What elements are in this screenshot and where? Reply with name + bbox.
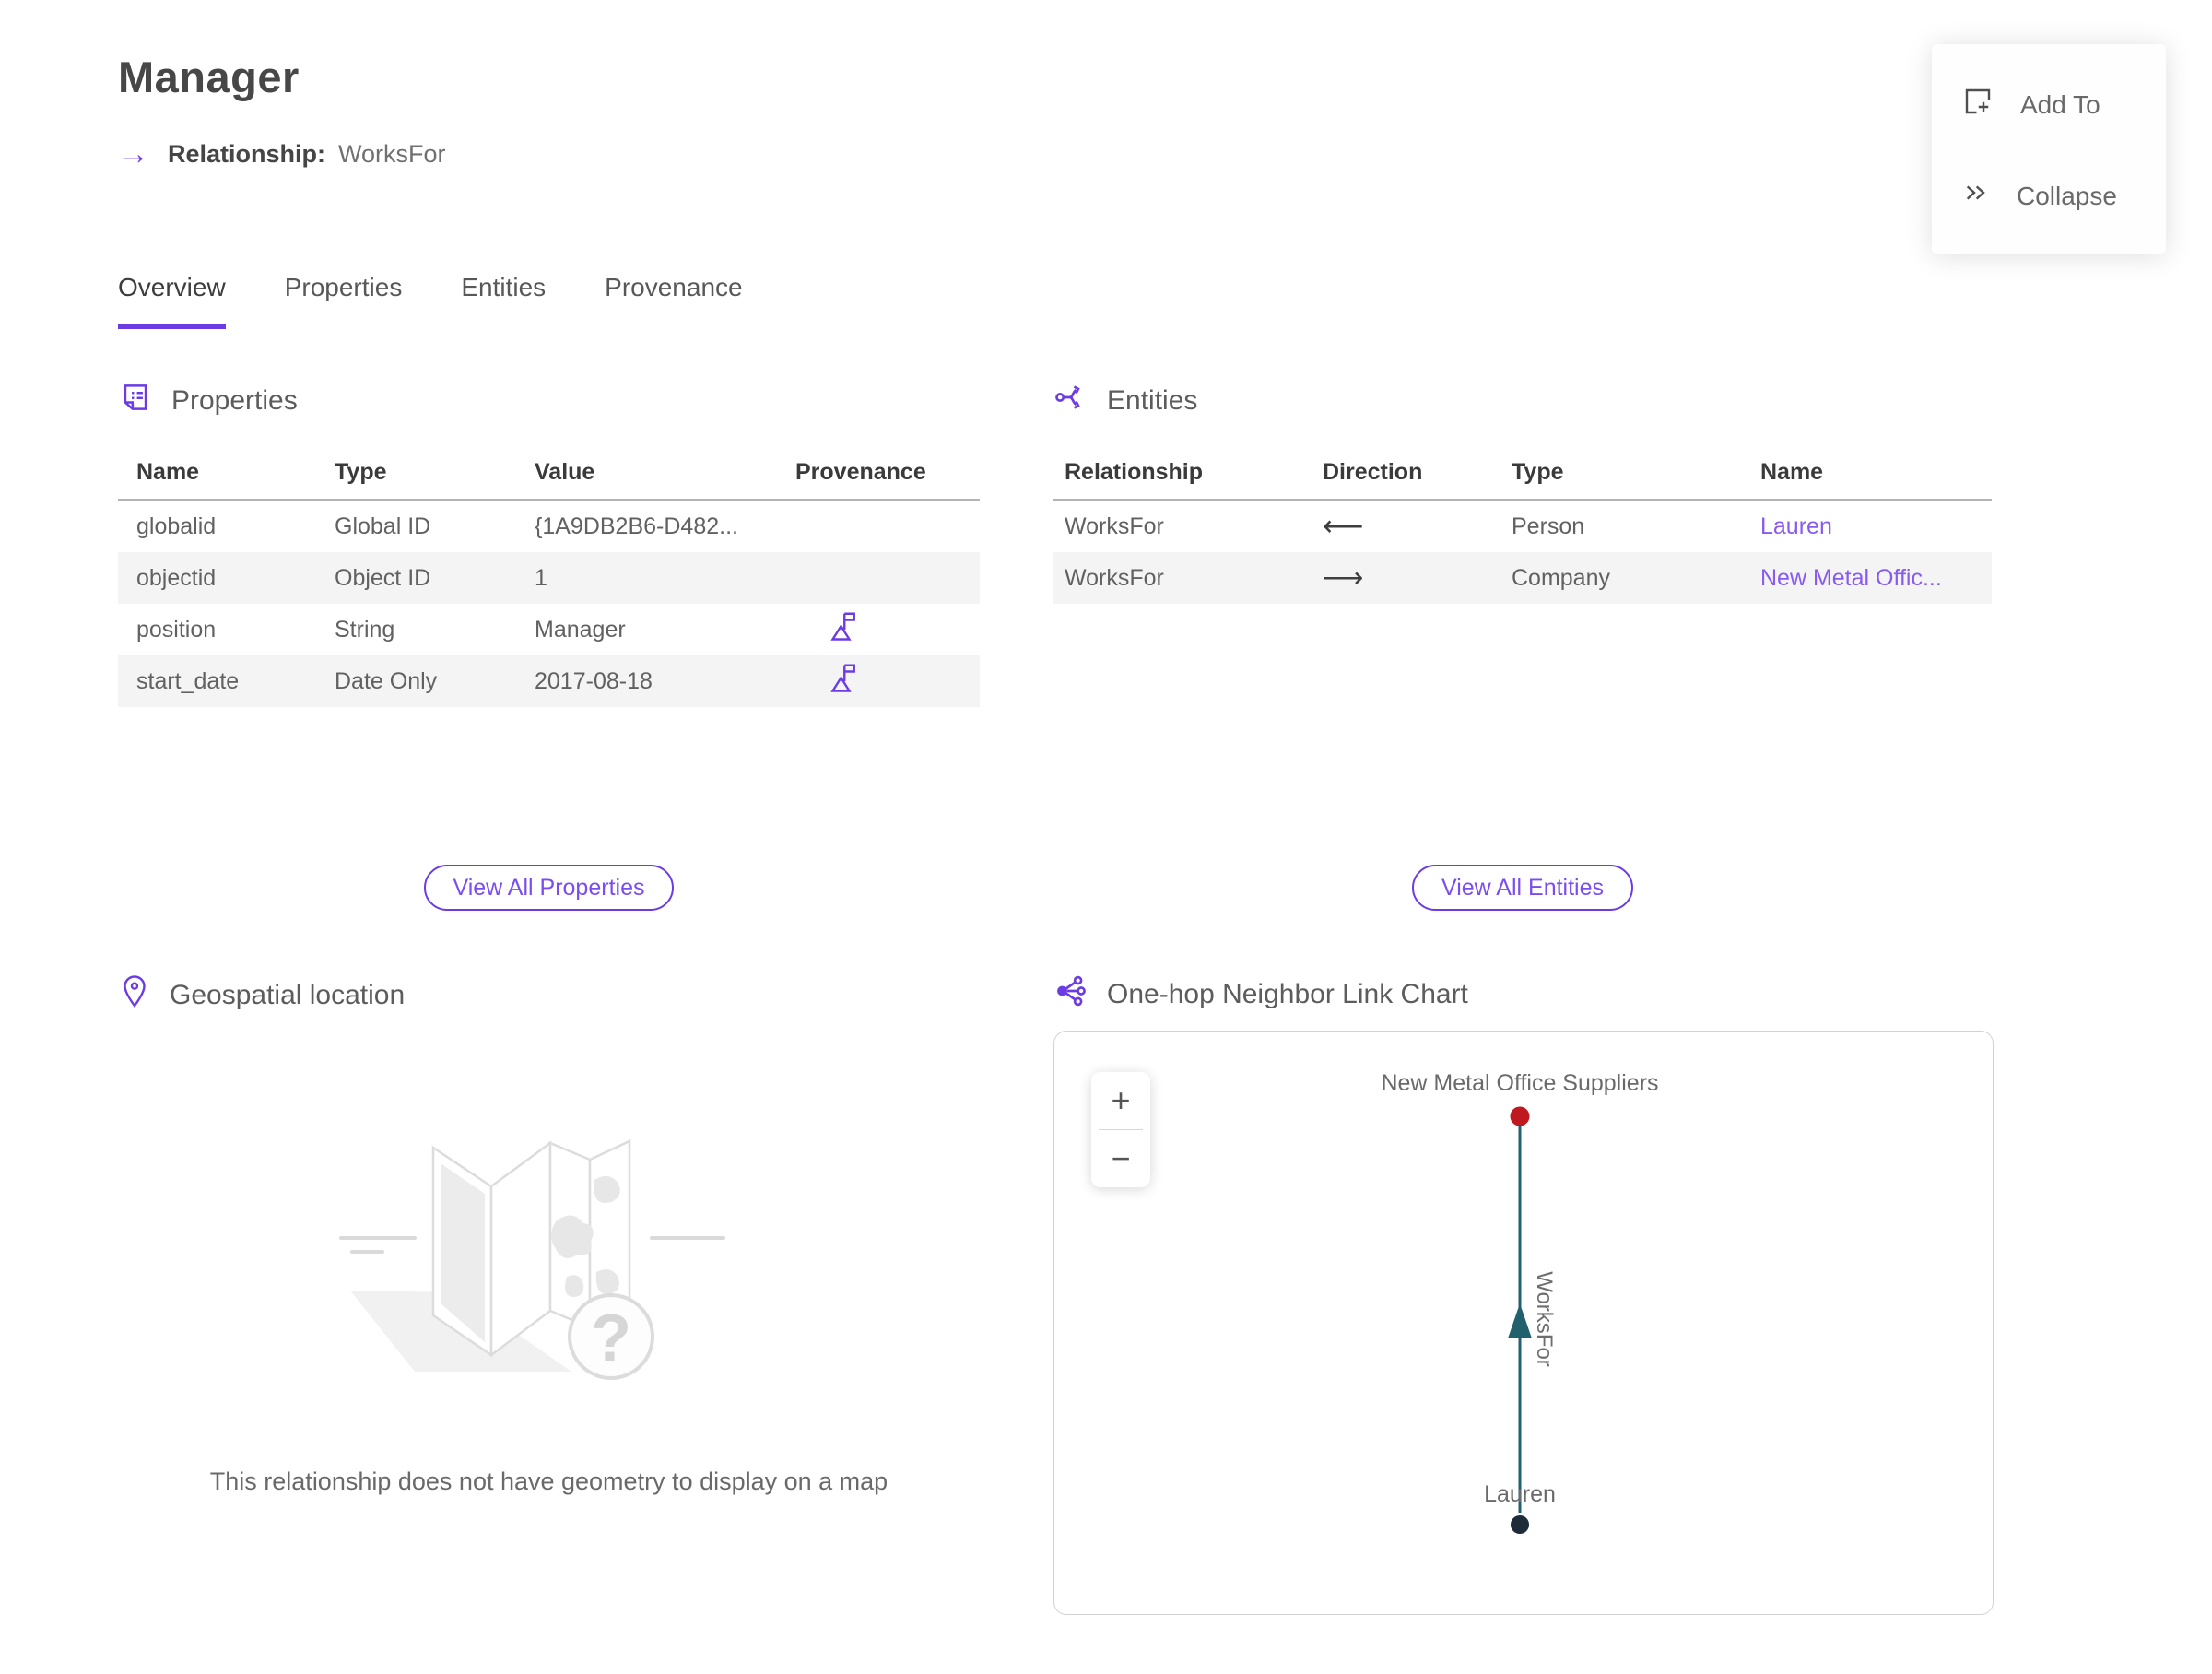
edge-label: WorksFor: [1532, 1271, 1557, 1367]
prop-type: String: [335, 616, 395, 642]
map-pin-icon: [118, 973, 151, 1018]
one-hop-link-chart-panel[interactable]: New Metal Office Suppliers WorksFor Laur…: [1053, 1031, 1994, 1615]
prop-name: objectid: [136, 564, 217, 591]
collapse-double-chevron-icon: [1961, 178, 1991, 214]
prop-name: position: [136, 616, 217, 642]
edge-direction-arrow: [1508, 1303, 1532, 1338]
properties-form-icon: [118, 380, 153, 422]
geospatial-section-title: Geospatial location: [170, 980, 406, 1010]
prop-type: Date Only: [335, 667, 438, 694]
relationship-subtitle: → Relationship: WorksFor: [118, 138, 446, 170]
col-name: Name: [1760, 459, 1824, 485]
prop-value: {1A9DB2B6-D482...: [535, 513, 738, 539]
direction-arrow-icon: ⟵: [1323, 510, 1364, 542]
col-type: Type: [1512, 459, 1564, 485]
col-direction: Direction: [1323, 459, 1423, 485]
relationship-detail-page: Manager → Relationship: WorksFor Add To: [0, 0, 2212, 1674]
col-name: Name: [136, 459, 200, 485]
view-all-properties-button[interactable]: View All Properties: [423, 865, 675, 911]
prop-type: Object ID: [335, 564, 431, 591]
view-all-properties-wrap: View All Properties: [118, 865, 980, 911]
col-relationship: Relationship: [1065, 459, 1204, 485]
prop-name: start_date: [136, 667, 240, 694]
entities-section-header: Entities: [1053, 380, 1197, 422]
entities-link-icon: [1053, 380, 1088, 422]
prop-provenance: [795, 608, 980, 652]
view-all-entities-wrap: View All Entities: [1053, 865, 1992, 911]
add-to-icon: [1961, 85, 1994, 124]
tab-overview[interactable]: Overview: [118, 273, 226, 329]
entities-table: Relationship Direction Type Name WorksFo…: [1053, 456, 1992, 604]
person-node[interactable]: [1511, 1515, 1529, 1534]
provenance-flag-icon[interactable]: [829, 660, 862, 703]
provenance-flag-icon[interactable]: [829, 608, 862, 652]
table-row: position String Manager: [118, 604, 980, 655]
prop-provenance: [795, 660, 980, 703]
bottom-node-label: Lauren: [1484, 1481, 1556, 1507]
properties-section-header: Properties: [118, 380, 298, 422]
entity-name-link[interactable]: New Metal Offic...: [1760, 565, 1992, 592]
entity-type: Person: [1512, 513, 1585, 539]
entity-relationship: WorksFor: [1065, 513, 1164, 539]
geospatial-section-header: Geospatial location: [118, 973, 405, 1018]
prop-value: 2017-08-18: [535, 667, 653, 694]
one-hop-hub-icon: [1053, 973, 1088, 1016]
no-geometry-message: This relationship does not have geometry…: [209, 1468, 888, 1495]
no-geometry-map-illustration: ?: [263, 1060, 834, 1461]
add-to-label: Add To: [2020, 89, 2100, 119]
entity-name-link[interactable]: Lauren: [1760, 513, 1992, 540]
table-row: WorksFor ⟵ Person Lauren: [1053, 501, 1992, 552]
properties-section-title: Properties: [171, 385, 298, 416]
tab-properties[interactable]: Properties: [285, 273, 403, 329]
relationship-arrow-icon: →: [118, 136, 149, 171]
view-all-entities-button[interactable]: View All Entities: [1411, 865, 1633, 911]
properties-table: Name Type Value Provenance globalid Glob…: [118, 456, 980, 707]
entity-type: Company: [1512, 564, 1610, 591]
svg-text:?: ?: [591, 1302, 631, 1375]
prop-value: Manager: [535, 616, 626, 642]
collapse-label: Collapse: [2017, 181, 2117, 210]
link-chart-section-header: One-hop Neighbor Link Chart: [1053, 973, 1468, 1016]
col-value: Value: [535, 459, 595, 485]
company-node[interactable]: [1510, 1106, 1530, 1126]
tab-provenance[interactable]: Provenance: [605, 273, 742, 329]
page-title: Manager: [118, 53, 300, 101]
add-to-button[interactable]: Add To: [1932, 66, 2166, 143]
table-row: objectid Object ID 1: [118, 552, 980, 604]
entities-section-title: Entities: [1107, 385, 1198, 416]
link-chart-section-title: One-hop Neighbor Link Chart: [1107, 979, 1468, 1009]
actions-menu: Add To Collapse: [1932, 44, 2166, 254]
entity-relationship: WorksFor: [1065, 564, 1164, 591]
properties-table-header: Name Type Value Provenance: [118, 456, 980, 501]
zoom-control: + −: [1091, 1072, 1150, 1187]
link-chart-canvas: New Metal Office Suppliers WorksFor Laur…: [1381, 1070, 1659, 1534]
tab-bar: Overview Properties Entities Provenance: [118, 273, 743, 329]
col-provenance: Provenance: [795, 459, 926, 485]
table-row: globalid Global ID {1A9DB2B6-D482...: [118, 501, 980, 552]
relationship-value: WorksFor: [338, 139, 446, 168]
col-type: Type: [335, 459, 387, 485]
prop-type: Global ID: [335, 513, 431, 539]
collapse-button[interactable]: Collapse: [1932, 159, 2166, 232]
table-row: WorksFor ⟶ Company New Metal Offic...: [1053, 552, 1992, 604]
top-node-label: New Metal Office Suppliers: [1381, 1070, 1658, 1096]
entities-table-header: Relationship Direction Type Name: [1053, 456, 1992, 501]
zoom-out-button[interactable]: −: [1091, 1130, 1150, 1187]
relationship-label: Relationship:: [168, 139, 326, 168]
zoom-in-button[interactable]: +: [1091, 1072, 1150, 1129]
tab-entities[interactable]: Entities: [461, 273, 546, 329]
table-row: start_date Date Only 2017-08-18: [118, 655, 980, 707]
prop-value: 1: [535, 564, 547, 591]
prop-name: globalid: [136, 513, 217, 539]
direction-arrow-icon: ⟶: [1323, 561, 1364, 594]
